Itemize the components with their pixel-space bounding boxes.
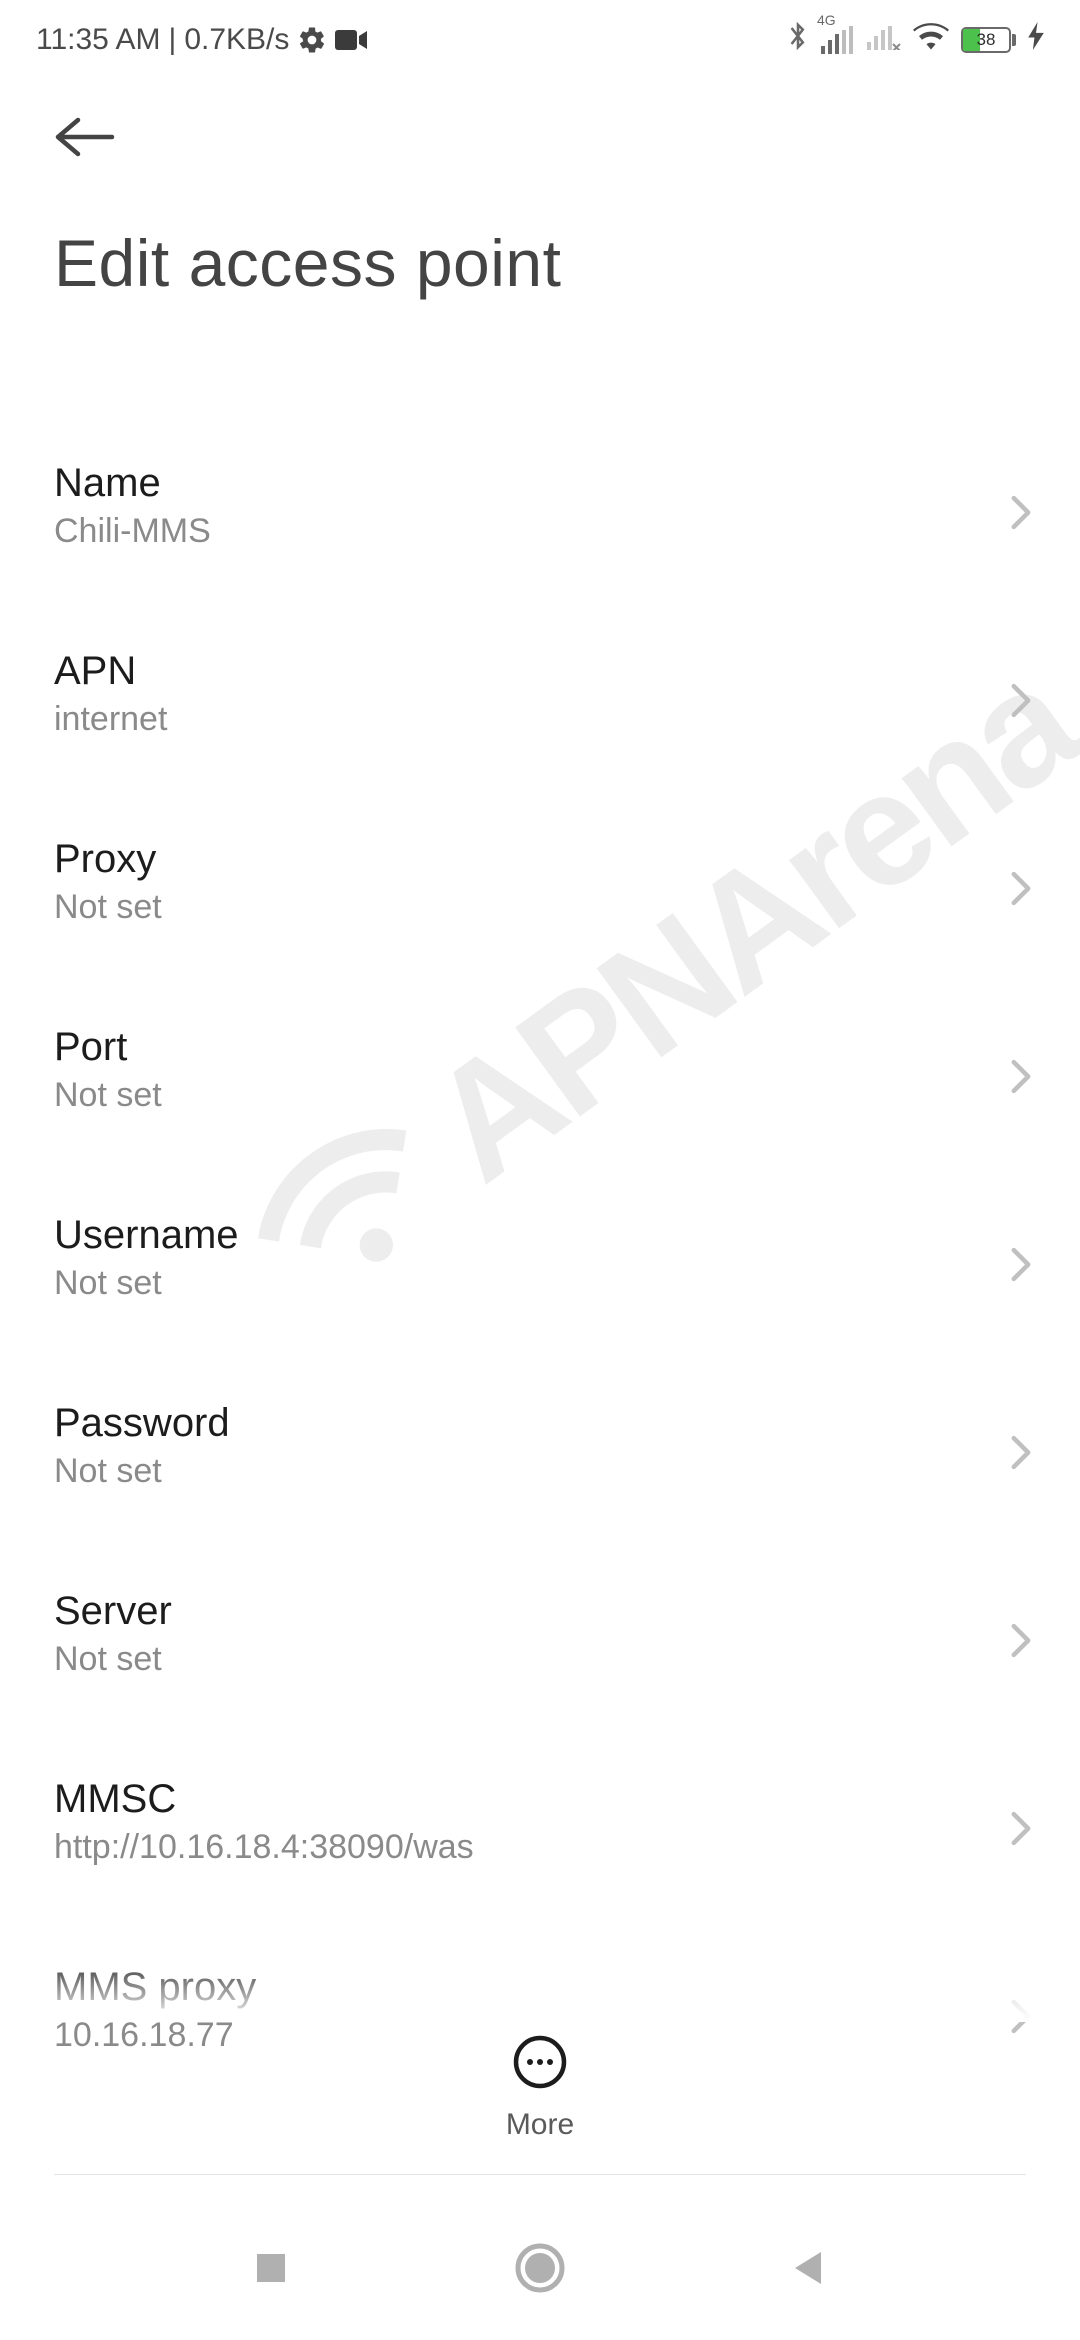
chevron-right-icon [1010, 683, 1032, 724]
chevron-right-icon [1010, 1999, 1032, 2040]
row-label: MMS proxy [54, 1965, 1026, 2010]
row-value: Not set [54, 1076, 1026, 1115]
row-label: Server [54, 1589, 1026, 1634]
settings-list: Name Chili-MMS APN internet Proxy Not se… [0, 421, 1080, 2113]
row-proxy[interactable]: Proxy Not set [0, 797, 1080, 985]
chevron-right-icon [1010, 1623, 1032, 1664]
row-label: Port [54, 1025, 1026, 1070]
row-label: Proxy [54, 837, 1026, 882]
nav-recents-button[interactable] [251, 2248, 291, 2293]
row-name[interactable]: Name Chili-MMS [0, 421, 1080, 609]
nav-home-button[interactable] [514, 2242, 566, 2299]
row-label: MMSC [54, 1777, 1026, 1822]
more-icon [513, 2035, 567, 2094]
bluetooth-icon [787, 20, 809, 60]
row-server[interactable]: Server Not set [0, 1549, 1080, 1737]
row-password[interactable]: Password Not set [0, 1361, 1080, 1549]
nav-back-button[interactable] [789, 2248, 829, 2293]
more-button[interactable]: More [0, 2035, 1080, 2142]
chevron-right-icon [1010, 1435, 1032, 1476]
row-label: APN [54, 649, 1026, 694]
row-username[interactable]: Username Not set [0, 1173, 1080, 1361]
row-mmsc[interactable]: MMSC http://10.16.18.4:38090/was [0, 1737, 1080, 1925]
row-value: http://10.16.18.4:38090/was [54, 1828, 1026, 1867]
row-value: Not set [54, 1640, 1026, 1679]
row-value: internet [54, 700, 1026, 739]
chevron-right-icon [1010, 1059, 1032, 1100]
nav-bar [0, 2200, 1080, 2340]
back-button[interactable] [54, 108, 116, 171]
row-label: Password [54, 1401, 1026, 1446]
wifi-icon [913, 22, 949, 58]
row-value: Not set [54, 1264, 1026, 1303]
page-title: Edit access point [54, 225, 1026, 301]
chevron-right-icon [1010, 1247, 1032, 1288]
signal-nosim-icon [867, 22, 901, 58]
row-port[interactable]: Port Not set [0, 985, 1080, 1173]
chevron-right-icon [1010, 871, 1032, 912]
net-speed-text: 0.7KB/s [184, 23, 289, 57]
gear-icon [297, 25, 327, 55]
row-label: Name [54, 461, 1026, 506]
row-label: Username [54, 1213, 1026, 1258]
chevron-right-icon [1010, 1811, 1032, 1852]
row-value: Not set [54, 888, 1026, 927]
chevron-right-icon [1010, 495, 1032, 536]
row-apn[interactable]: APN internet [0, 609, 1080, 797]
row-value: Not set [54, 1452, 1026, 1491]
status-bar: 11:35 AM | 0.7KB/s 4G 38 [0, 0, 1080, 80]
signal-4g-icon: 4G [821, 26, 855, 54]
camera-icon [335, 28, 369, 52]
divider [54, 2174, 1026, 2175]
battery-icon: 38 [961, 27, 1016, 53]
clock-text: 11:35 AM [36, 23, 161, 57]
row-value: Chili-MMS [54, 512, 1026, 551]
more-label: More [506, 2108, 574, 2142]
bolt-icon [1028, 22, 1044, 58]
